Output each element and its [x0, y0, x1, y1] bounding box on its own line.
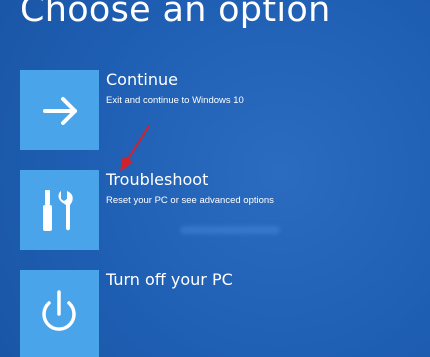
turn-off-tile [20, 270, 99, 357]
annotation-arrow-icon [120, 125, 150, 172]
option-troubleshoot-description: Reset your PC or see advanced options [106, 195, 274, 206]
arrow-right-icon [43, 97, 77, 125]
page-title: Choose an option [20, 0, 331, 30]
option-troubleshoot[interactable]: Troubleshoot Reset your PC or see advanc… [20, 170, 420, 252]
option-continue[interactable]: Continue Exit and continue to Windows 10 [20, 70, 420, 152]
continue-tile [20, 70, 99, 150]
option-turn-off-title: Turn off your PC [106, 270, 233, 289]
option-turn-off[interactable]: Turn off your PC [20, 270, 420, 357]
option-continue-description: Exit and continue to Windows 10 [106, 95, 244, 106]
option-continue-title: Continue [106, 70, 178, 89]
power-icon [42, 290, 76, 331]
recovery-screen: Choose an option Continue Exit and conti… [0, 0, 430, 357]
tools-icon [43, 190, 73, 231]
troubleshoot-tile [20, 170, 99, 250]
screen-smudge [180, 226, 280, 234]
